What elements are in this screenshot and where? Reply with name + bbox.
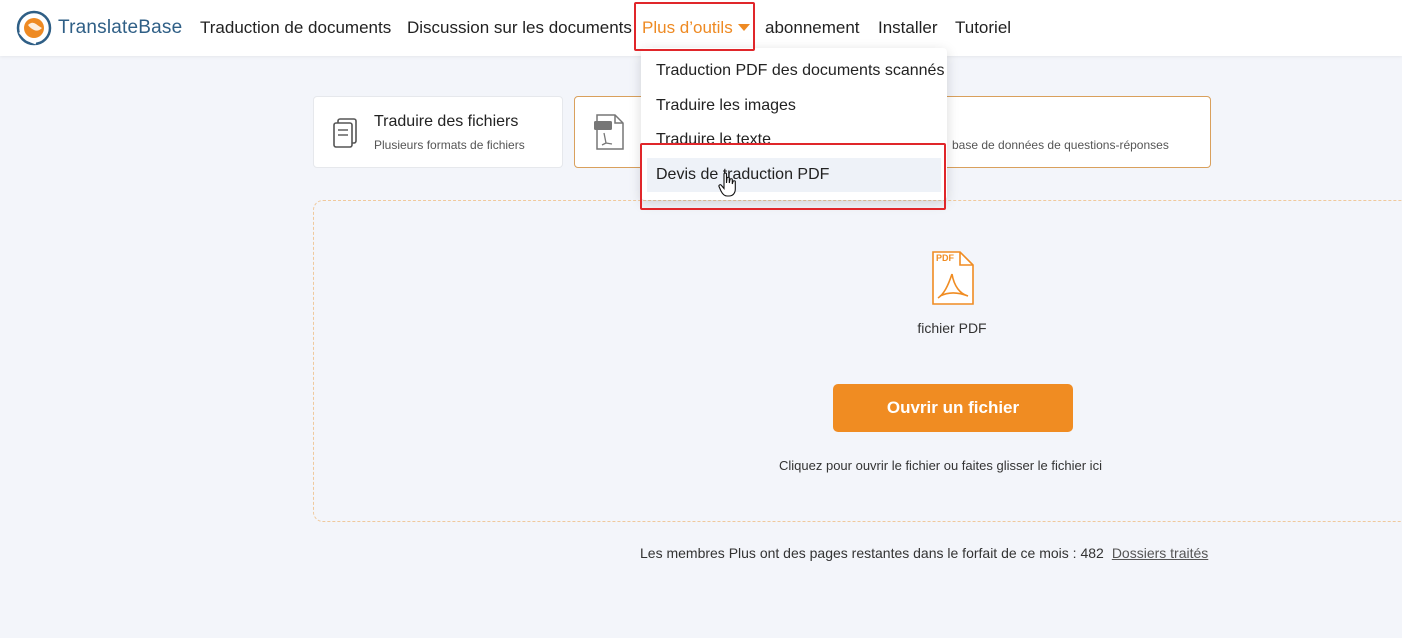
- logo[interactable]: TranslateBase: [16, 10, 182, 46]
- nav-install[interactable]: Installer: [878, 18, 938, 38]
- menu-item-label: Traduire le texte: [656, 131, 772, 148]
- caret-down-icon: [737, 23, 750, 31]
- menu-item-pdf-quote[interactable]: Devis de traduction PDF: [647, 158, 941, 192]
- menu-item-translate-images[interactable]: Traduire les images: [647, 89, 941, 123]
- menu-item-label: Devis de traduction PDF: [656, 166, 830, 183]
- open-file-button[interactable]: Ouvrir un fichier: [833, 384, 1073, 432]
- nav-more-tools-label: Plus d’outils: [642, 18, 733, 37]
- pdf-file-icon: [593, 113, 625, 156]
- nav-document-discussion[interactable]: Discussion sur les documents: [407, 18, 632, 38]
- processed-files-link[interactable]: Dossiers traités: [1112, 545, 1208, 561]
- menu-item-translate-text[interactable]: Traduire le texte: [647, 123, 941, 157]
- hand-pointer-icon: [718, 172, 738, 203]
- mode-card-translate-files[interactable]: Traduire des fichiers Plusieurs formats …: [313, 96, 563, 168]
- pdf-badge: PDF: [936, 253, 954, 263]
- mode-subtitle-files: Plusieurs formats de fichiers: [374, 138, 525, 152]
- nav-document-translation[interactable]: Traduction de documents: [200, 18, 391, 38]
- menu-item-label: Traduction PDF des documents scannés: [656, 62, 945, 79]
- more-tools-dropdown: Traduction PDF des documents scannés Tra…: [641, 48, 947, 200]
- nav-more-tools[interactable]: Plus d’outils: [642, 18, 750, 38]
- brand-name: TranslateBase: [58, 17, 183, 38]
- drop-hint: Cliquez pour ouvrir le fichier ou faites…: [779, 458, 1102, 473]
- menu-item-label: Traduire les images: [656, 97, 796, 114]
- file-drop-zone[interactable]: [313, 200, 1402, 522]
- nav-subscription[interactable]: abonnement: [765, 18, 860, 38]
- mode-subtitle-pdf-qa: base de données de questions-réponses: [952, 138, 1169, 152]
- remaining-pages-text: Les membres Plus ont des pages restantes…: [640, 545, 1104, 561]
- nav-tutorial[interactable]: Tutoriel: [955, 18, 1011, 38]
- menu-item-scanned-pdf[interactable]: Traduction PDF des documents scannés: [647, 54, 945, 88]
- translatebase-logo-icon: [16, 10, 52, 46]
- mode-title-files: Traduire des fichiers: [374, 113, 519, 130]
- remaining-pages-line: Les membres Plus ont des pages restantes…: [640, 545, 1208, 561]
- document-icon: [332, 117, 358, 154]
- file-type-label: fichier PDF: [917, 320, 987, 336]
